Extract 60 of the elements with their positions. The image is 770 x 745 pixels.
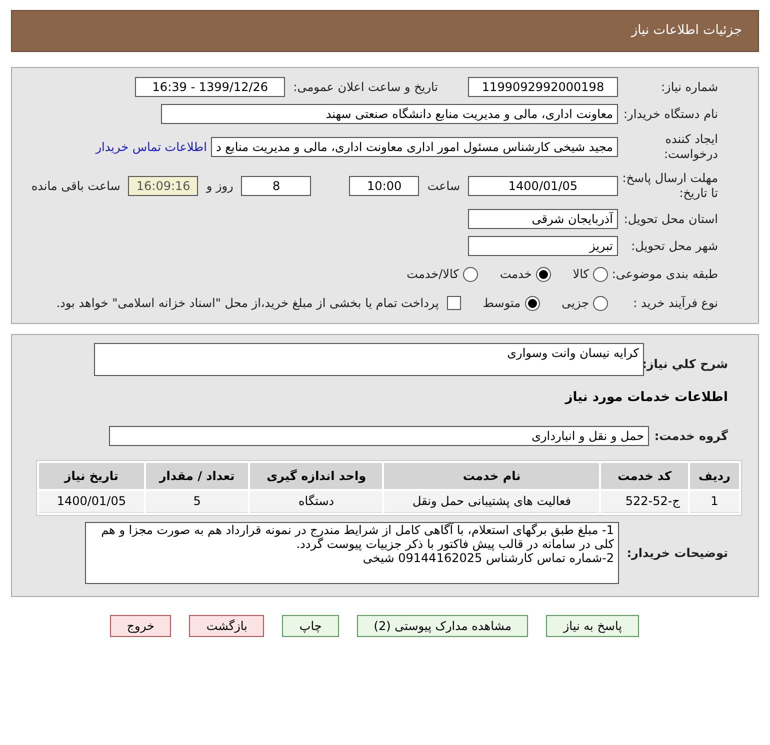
announce-date-field: 1399/12/26 - 16:39 [135,77,286,97]
table-cell: ج-52-522 [601,490,688,512]
field-label: روز و [206,178,234,195]
field-label: مهلت ارسال پاسخ: تا تاریخ: [621,171,718,201]
field-label: طبقه بندی موضوعی: [610,266,718,283]
table-cell: 1400/01/05 [39,490,144,512]
note-text: 2-شماره تماس کارشناس 09144162025 شیخی [362,550,614,564]
field-label: نوع فرآیند خرید : [632,295,718,312]
field-label: پرداخت تمام یا بخشی از مبلغ خرید،از محل "اسناد خزانه اسلامی" خواهد بود. [56,295,439,312]
field-label: شهر محل تحویل: [630,238,718,255]
need-number-field: 1199092992000198 [468,77,618,97]
table-cell: فعالیت های پشتیبانی حمل ونقل [384,490,600,512]
table-header: ردیف [690,462,739,488]
days-field: 8 [241,176,312,196]
deadline-time-field: 10:00 [349,176,420,196]
field-label: متوسط [482,295,521,312]
table-cell: 1 [690,490,739,512]
table-cell: 5 [146,490,248,512]
action-button[interactable]: خروج [110,614,172,636]
radio-button[interactable] [593,296,608,310]
field-label: کالا/خدمت [406,266,459,283]
action-button[interactable]: چاپ [282,614,339,636]
creator-field: مجید شیخی کارشناس مسئول امور اداری معاونت اداری، مالی و مدیریت منابع د [210,137,618,157]
field-label: ایجاد کننده درخواست: [663,132,718,162]
page-title: جزئیات اطلاعات نیاز [631,22,742,40]
radio-button[interactable] [536,266,551,282]
section-heading: اطلاعات خدمات مورد نیاز [565,389,728,407]
table-header: تاریخ نیاز [39,462,144,488]
field-label: ساعت باقی مانده [31,178,120,195]
table-header: کد خدمت [601,462,688,488]
field-label: خدمت [500,266,532,283]
field-label: توضیحات خریدار: [626,544,728,562]
summary-field: کرایه نیسان وانت وسواری [94,343,644,376]
action-button[interactable]: پاسخ به نیاز [546,614,639,636]
table-header: نام خدمت [384,462,600,488]
province-field: آذربایجان شرقی [468,209,618,229]
checkbox[interactable] [446,296,461,310]
service-group-field: حمل و نقل و انبارداری [109,426,649,446]
field-label: جزیی [562,295,589,312]
field-label: استان محل تحویل: [622,211,718,228]
radio-button[interactable] [462,266,478,282]
field-label: گروه خدمت: [653,428,728,444]
note-text: 1- مبلغ طبق برگهای استعلام، با آگاهی کامل از شرایط مندرج در نمونه قرارداد هم به صورت مجزا و هم کلی در سامانه در قالب پیش فاکتور با ذکر جزییات پیوست گردد. [100,522,614,550]
contact-link[interactable]: اطلاعات تماس خریدار [96,138,207,156]
table-header: واحد اندازه گیری [250,462,382,488]
field-label: شماره نیاز: [660,79,718,96]
deadline-date-field: 1400/01/05 [468,176,618,196]
buyer-field: معاونت اداری، مالی و مدیریت منابع دانشگاه صنعتی سهند [161,104,618,124]
field-label: نام دستگاه خریدار: [622,106,718,123]
radio-button[interactable] [524,296,540,310]
city-field: تبریز [468,236,618,256]
radio-button[interactable] [593,266,608,282]
remaining-time-field: 16:09:16 [128,176,198,196]
field-label: تاریخ و ساعت اعلان عمومی: [293,79,438,96]
action-button[interactable]: بازگشت [189,614,264,636]
field-label: ساعت [427,178,460,195]
action-button[interactable]: مشاهده مدارک پیوستی (2) [356,614,528,636]
table-header: تعداد / مقدار [146,462,248,488]
table-cell: دستگاه [250,490,382,512]
field-label: کالا [572,266,589,283]
